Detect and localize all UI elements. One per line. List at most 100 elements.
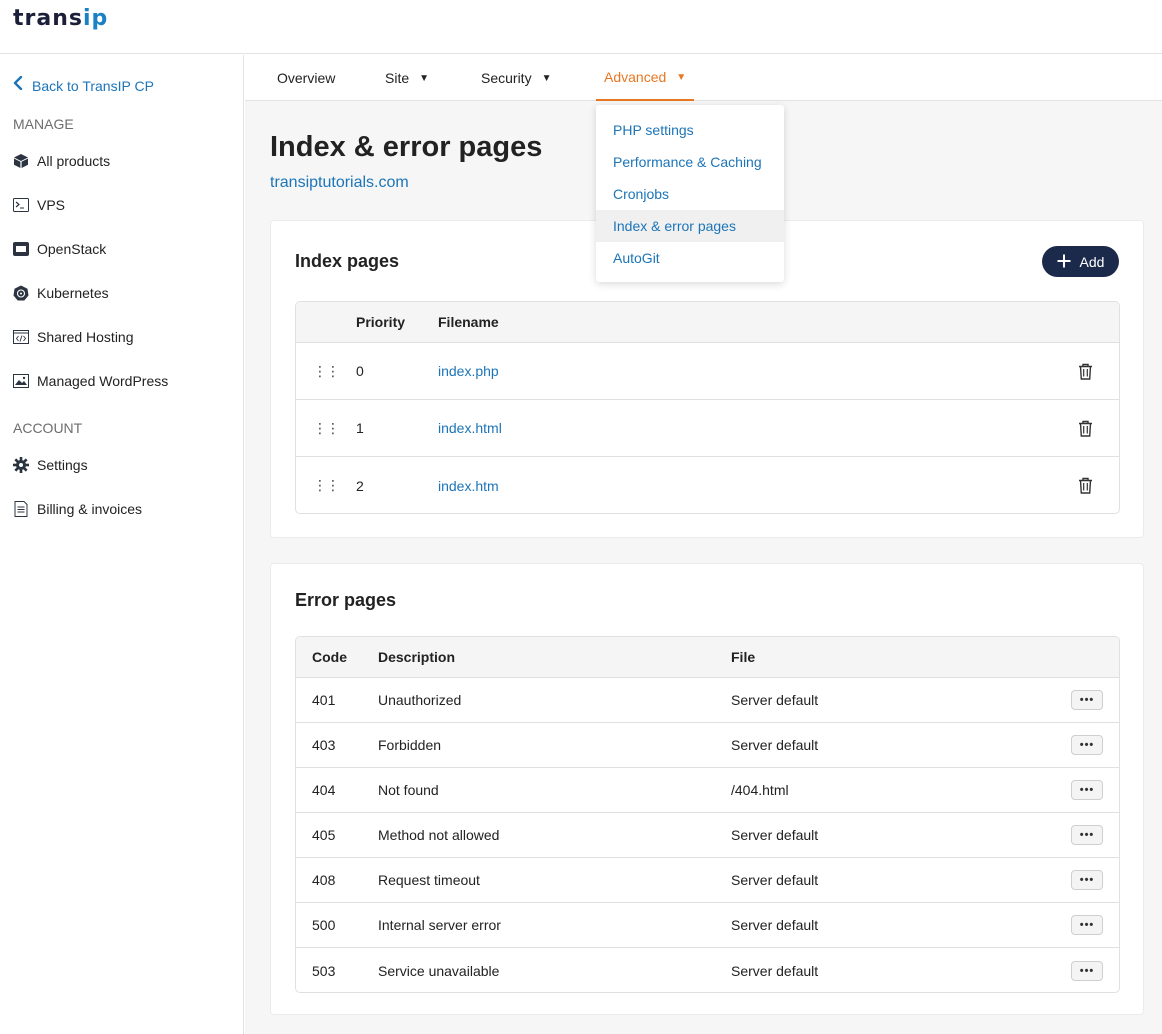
index-pages-title: Index pages: [295, 251, 400, 271]
logo-text-trans: trans: [13, 6, 83, 31]
menu-item-performance-caching[interactable]: Performance & Caching: [596, 146, 784, 178]
tab-bar: Overview Site ▼ Security ▼ Advanced ▼: [245, 55, 1162, 101]
filename-link[interactable]: index.html: [438, 400, 502, 456]
manage-section-title: MANAGE: [13, 116, 74, 132]
sidebar-item-label: Settings: [37, 457, 88, 473]
sidebar-item-label: Billing & invoices: [37, 501, 143, 517]
table-row: 404 Not found /404.html •••: [296, 768, 1119, 813]
table-header: Code Description File: [296, 637, 1119, 678]
error-description: Internal server error: [378, 917, 501, 933]
openstack-icon: [13, 241, 29, 257]
tab-overview[interactable]: Overview: [269, 55, 343, 101]
sidebar-item-settings[interactable]: Settings: [13, 454, 88, 476]
column-header-file: File: [731, 649, 756, 665]
error-description: Forbidden: [378, 737, 442, 753]
ellipsis-icon: •••: [1071, 960, 1103, 981]
filename-link[interactable]: index.htm: [438, 457, 499, 513]
priority-value: 0: [356, 363, 364, 379]
menu-item-cronjobs[interactable]: Cronjobs: [596, 178, 784, 210]
index-pages-table: Priority Filename ⋮⋮ 0 index.php ⋮⋮ 1 in…: [295, 301, 1120, 514]
drag-handle-icon[interactable]: ⋮⋮: [313, 457, 340, 513]
table-row: 500 Internal server error Server default…: [296, 903, 1119, 948]
table-row: 408 Request timeout Server default •••: [296, 858, 1119, 903]
kubernetes-icon: [13, 285, 29, 301]
error-file: Server default: [731, 872, 819, 888]
sidebar: Back to TransIP CP MANAGE All products V…: [0, 55, 244, 1034]
page-title: Index & error pages: [270, 131, 543, 163]
add-index-page-button[interactable]: Add: [1042, 246, 1119, 277]
box-icon: [13, 153, 29, 169]
transip-logo[interactable]: transip: [13, 6, 108, 31]
caret-down-icon: ▼: [676, 71, 687, 83]
table-row: 401 Unauthorized Server default •••: [296, 678, 1119, 723]
gear-icon: [13, 457, 29, 473]
sidebar-item-managed-wordpress[interactable]: Managed WordPress: [13, 370, 168, 392]
error-file: /404.html: [731, 782, 789, 798]
error-description: Unauthorized: [378, 692, 462, 708]
sidebar-item-label: Managed WordPress: [37, 373, 169, 389]
error-code: 404: [312, 782, 336, 798]
error-pages-table: Code Description File 401 Unauthorized S…: [295, 636, 1120, 993]
sidebar-item-label: Kubernetes: [37, 285, 109, 301]
error-description: Service unavailable: [378, 962, 500, 979]
tab-site[interactable]: Site ▼: [377, 55, 437, 101]
ellipsis-icon: •••: [1071, 915, 1103, 935]
more-options-button[interactable]: •••: [1071, 768, 1103, 812]
sidebar-item-shared-hosting[interactable]: Shared Hosting: [13, 326, 134, 348]
error-code: 500: [312, 917, 336, 933]
more-options-button[interactable]: •••: [1071, 813, 1103, 857]
ellipsis-icon: •••: [1071, 825, 1103, 845]
add-button-label: Add: [1079, 253, 1105, 270]
back-to-cp-link[interactable]: Back to TransIP CP: [13, 75, 154, 95]
sidebar-item-billing[interactable]: Billing & invoices: [13, 498, 142, 520]
sidebar-item-label: OpenStack: [37, 241, 107, 257]
account-section-title: ACCOUNT: [13, 420, 83, 436]
more-options-button[interactable]: •••: [1071, 948, 1103, 992]
menu-item-autogit[interactable]: AutoGit: [596, 242, 784, 274]
error-code: 403: [312, 737, 336, 753]
more-options-button[interactable]: •••: [1071, 678, 1103, 722]
more-options-button[interactable]: •••: [1071, 903, 1103, 947]
tab-label: Security: [481, 70, 532, 86]
error-description: Not found: [378, 782, 439, 798]
menu-item-index-error-pages[interactable]: Index & error pages: [596, 210, 784, 242]
sidebar-item-openstack[interactable]: OpenStack: [13, 238, 106, 260]
ellipsis-icon: •••: [1071, 780, 1103, 800]
table-row: ⋮⋮ 2 index.htm: [296, 457, 1119, 513]
drag-handle-icon[interactable]: ⋮⋮: [313, 400, 340, 456]
error-pages-card: Error pages Code Description File 401 Un…: [270, 563, 1144, 1015]
drag-handle-icon[interactable]: ⋮⋮: [313, 343, 340, 399]
more-options-button[interactable]: •••: [1071, 858, 1103, 902]
image-icon: [13, 373, 29, 389]
column-header-description: Description: [378, 649, 456, 665]
table-row: 503 Service unavailable Server default •…: [296, 948, 1119, 992]
back-link-label: Back to TransIP CP: [32, 77, 154, 94]
error-file: Server default: [731, 917, 819, 933]
advanced-dropdown-menu: PHP settings Performance & Caching Cronj…: [596, 105, 784, 282]
table-row: 405 Method not allowed Server default ••…: [296, 813, 1119, 858]
sidebar-item-vps[interactable]: VPS: [13, 194, 65, 216]
trash-icon[interactable]: [1078, 400, 1093, 456]
sidebar-item-kubernetes[interactable]: Kubernetes: [13, 282, 109, 304]
menu-item-php-settings[interactable]: PHP settings: [596, 114, 784, 146]
more-options-button[interactable]: •••: [1071, 723, 1103, 767]
top-header: transip: [0, 0, 1162, 54]
trash-icon[interactable]: [1078, 343, 1093, 399]
table-header: Priority Filename: [296, 302, 1119, 343]
table-row: ⋮⋮ 0 index.php: [296, 343, 1119, 400]
caret-down-icon: ▼: [541, 72, 552, 84]
error-pages-title: Error pages: [295, 590, 397, 610]
logo-text-ip: ip: [82, 6, 109, 31]
ellipsis-icon: •••: [1071, 735, 1103, 755]
filename-link[interactable]: index.php: [438, 343, 499, 399]
tab-label: Site: [385, 70, 410, 86]
trash-icon[interactable]: [1078, 457, 1093, 513]
sidebar-item-label: VPS: [37, 197, 66, 213]
domain-link[interactable]: transiptutorials.com: [270, 174, 409, 192]
tab-advanced[interactable]: Advanced ▼: [596, 55, 695, 101]
error-file: Server default: [731, 737, 819, 753]
error-code: 503: [312, 962, 336, 979]
sidebar-item-all-products[interactable]: All products: [13, 150, 110, 172]
table-row: 403 Forbidden Server default •••: [296, 723, 1119, 768]
tab-security[interactable]: Security ▼: [473, 55, 559, 101]
